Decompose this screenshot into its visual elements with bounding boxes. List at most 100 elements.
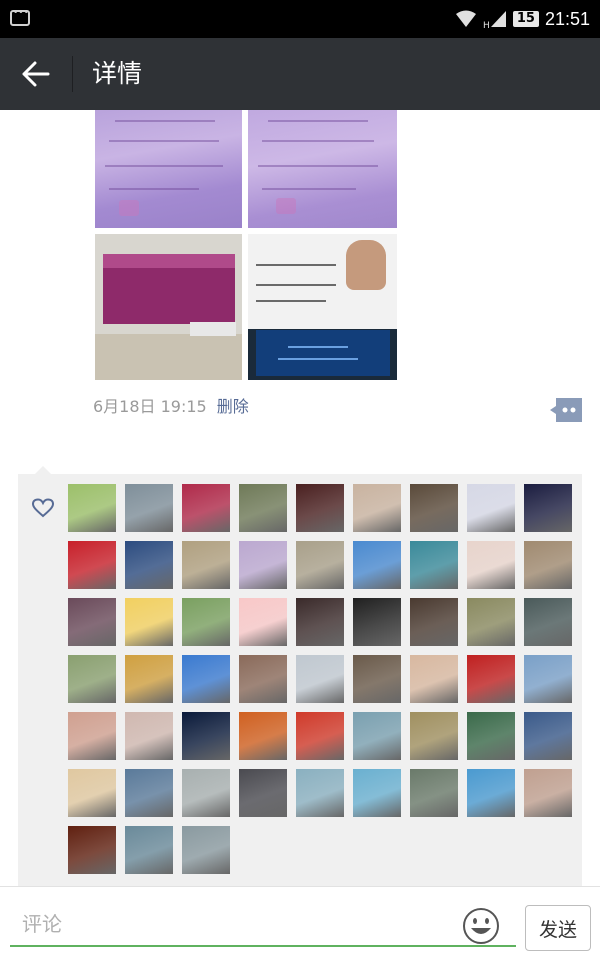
avatar-image: [239, 712, 287, 760]
liker-avatar[interactable]: [524, 712, 572, 760]
liker-avatar[interactable]: [410, 712, 458, 760]
liker-avatar[interactable]: [239, 712, 287, 760]
liker-avatar[interactable]: [125, 826, 173, 874]
liker-avatar[interactable]: [467, 484, 515, 532]
liker-avatar[interactable]: [467, 655, 515, 703]
liker-avatar[interactable]: [68, 826, 116, 874]
avatar-image: [467, 712, 515, 760]
avatar-image: [296, 541, 344, 589]
back-button[interactable]: [14, 54, 58, 94]
liker-avatar[interactable]: [410, 598, 458, 646]
post-photo-2[interactable]: [248, 110, 397, 228]
liker-avatar[interactable]: [125, 712, 173, 760]
wifi-icon: [455, 10, 476, 27]
avatar-image: [353, 712, 401, 760]
avatar-image: [296, 712, 344, 760]
emoji-button[interactable]: [462, 907, 500, 945]
page-title: 详情: [92, 59, 143, 88]
liker-avatar[interactable]: [239, 769, 287, 817]
liker-avatar[interactable]: [296, 769, 344, 817]
avatar-image: [524, 484, 572, 532]
liker-avatar[interactable]: [68, 769, 116, 817]
avatar-image: [410, 655, 458, 703]
avatar-image: [524, 541, 572, 589]
avatar-image: [239, 598, 287, 646]
liker-avatar[interactable]: [467, 712, 515, 760]
liker-avatar[interactable]: [296, 712, 344, 760]
liker-avatar[interactable]: [182, 484, 230, 532]
liker-avatar[interactable]: [68, 712, 116, 760]
liker-avatar[interactable]: [410, 769, 458, 817]
liker-avatar[interactable]: [410, 541, 458, 589]
liker-avatar[interactable]: [182, 598, 230, 646]
liker-avatar[interactable]: [182, 826, 230, 874]
delete-post-link[interactable]: 删除: [217, 393, 249, 417]
liker-avatar[interactable]: [296, 598, 344, 646]
avatar-image: [524, 598, 572, 646]
avatar-image: [182, 769, 230, 817]
post-photo-3[interactable]: [95, 234, 242, 380]
avatar-image: [125, 484, 173, 532]
avatar-image: [467, 769, 515, 817]
liker-avatar[interactable]: [239, 598, 287, 646]
avatar-image: [296, 769, 344, 817]
title-divider: [72, 56, 73, 92]
liker-avatar[interactable]: [239, 484, 287, 532]
avatar-image: [239, 484, 287, 532]
liker-avatar[interactable]: [125, 484, 173, 532]
avatar-image: [353, 769, 401, 817]
avatar-image: [125, 541, 173, 589]
comment-more-button[interactable]: [550, 398, 582, 422]
liker-avatar[interactable]: [353, 484, 401, 532]
liker-avatar[interactable]: [68, 484, 116, 532]
liker-avatar[interactable]: [68, 655, 116, 703]
comment-input[interactable]: [10, 903, 516, 947]
liker-avatar[interactable]: [353, 769, 401, 817]
liker-avatar[interactable]: [125, 598, 173, 646]
avatar-image: [125, 826, 173, 874]
avatar-image: [410, 712, 458, 760]
liker-avatar[interactable]: [524, 541, 572, 589]
liker-avatar[interactable]: [524, 769, 572, 817]
liker-avatar[interactable]: [410, 484, 458, 532]
liker-avatar[interactable]: [296, 484, 344, 532]
avatar-image: [296, 598, 344, 646]
liker-avatar[interactable]: [467, 769, 515, 817]
liker-avatar[interactable]: [68, 541, 116, 589]
liker-avatar[interactable]: [182, 712, 230, 760]
liker-avatar[interactable]: [125, 655, 173, 703]
liker-avatar[interactable]: [524, 655, 572, 703]
liker-avatar[interactable]: [296, 655, 344, 703]
liker-avatar[interactable]: [182, 655, 230, 703]
avatar-image: [467, 598, 515, 646]
avatar-image: [68, 826, 116, 874]
liker-avatar[interactable]: [353, 598, 401, 646]
avatar-image: [68, 712, 116, 760]
liker-avatar[interactable]: [68, 598, 116, 646]
status-time: 21:51: [544, 8, 590, 29]
liker-avatar[interactable]: [467, 598, 515, 646]
liker-avatar[interactable]: [410, 655, 458, 703]
status-icons: H 15 21:51: [455, 8, 590, 30]
avatar-image: [68, 541, 116, 589]
liker-avatar[interactable]: [296, 541, 344, 589]
heart-icon: [32, 498, 54, 518]
liker-avatar[interactable]: [125, 541, 173, 589]
liker-avatar[interactable]: [524, 484, 572, 532]
liker-avatar[interactable]: [467, 541, 515, 589]
liker-avatar[interactable]: [125, 769, 173, 817]
send-button[interactable]: 发送: [525, 905, 591, 951]
liker-avatar[interactable]: [182, 541, 230, 589]
avatar-image: [524, 769, 572, 817]
post-photo-4[interactable]: [248, 234, 397, 380]
avatar-image: [353, 655, 401, 703]
liker-avatar[interactable]: [239, 655, 287, 703]
liker-avatar[interactable]: [182, 769, 230, 817]
liker-avatar[interactable]: [239, 541, 287, 589]
post-photo-1[interactable]: [95, 110, 242, 228]
liker-avatar[interactable]: [524, 598, 572, 646]
post-meta: 6月18日 19:15 删除: [93, 392, 249, 418]
liker-avatar[interactable]: [353, 655, 401, 703]
liker-avatar[interactable]: [353, 541, 401, 589]
liker-avatar[interactable]: [353, 712, 401, 760]
